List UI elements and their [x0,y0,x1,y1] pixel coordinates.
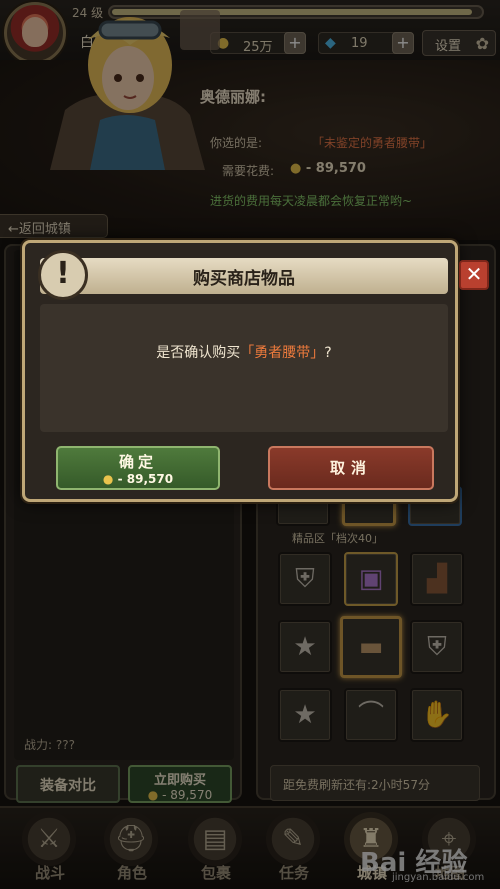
close-icon: ✕ [465,262,483,286]
dialog-message: 是否确认购买「勇者腰带」? [40,342,448,362]
confirm-button[interactable]: 确定 ● - 89,570 [56,446,220,490]
message-prefix: 是否确认购买 [156,345,241,361]
warning-icon: ! [38,250,88,300]
confirm-cost: ● - 89,570 [58,472,218,486]
close-button[interactable]: ✕ [459,260,489,290]
message-item: 「勇者腰带」 [240,345,325,361]
dialog-title: 购买商店物品 [193,269,295,289]
cancel-button[interactable]: 取消 [268,446,434,490]
gold-coin-icon: ● [102,472,114,486]
confirm-cost-value: - 89,570 [117,472,174,486]
dialog-body [40,304,448,432]
confirm-label: 确定 [118,453,157,471]
message-suffix: ? [324,345,332,361]
